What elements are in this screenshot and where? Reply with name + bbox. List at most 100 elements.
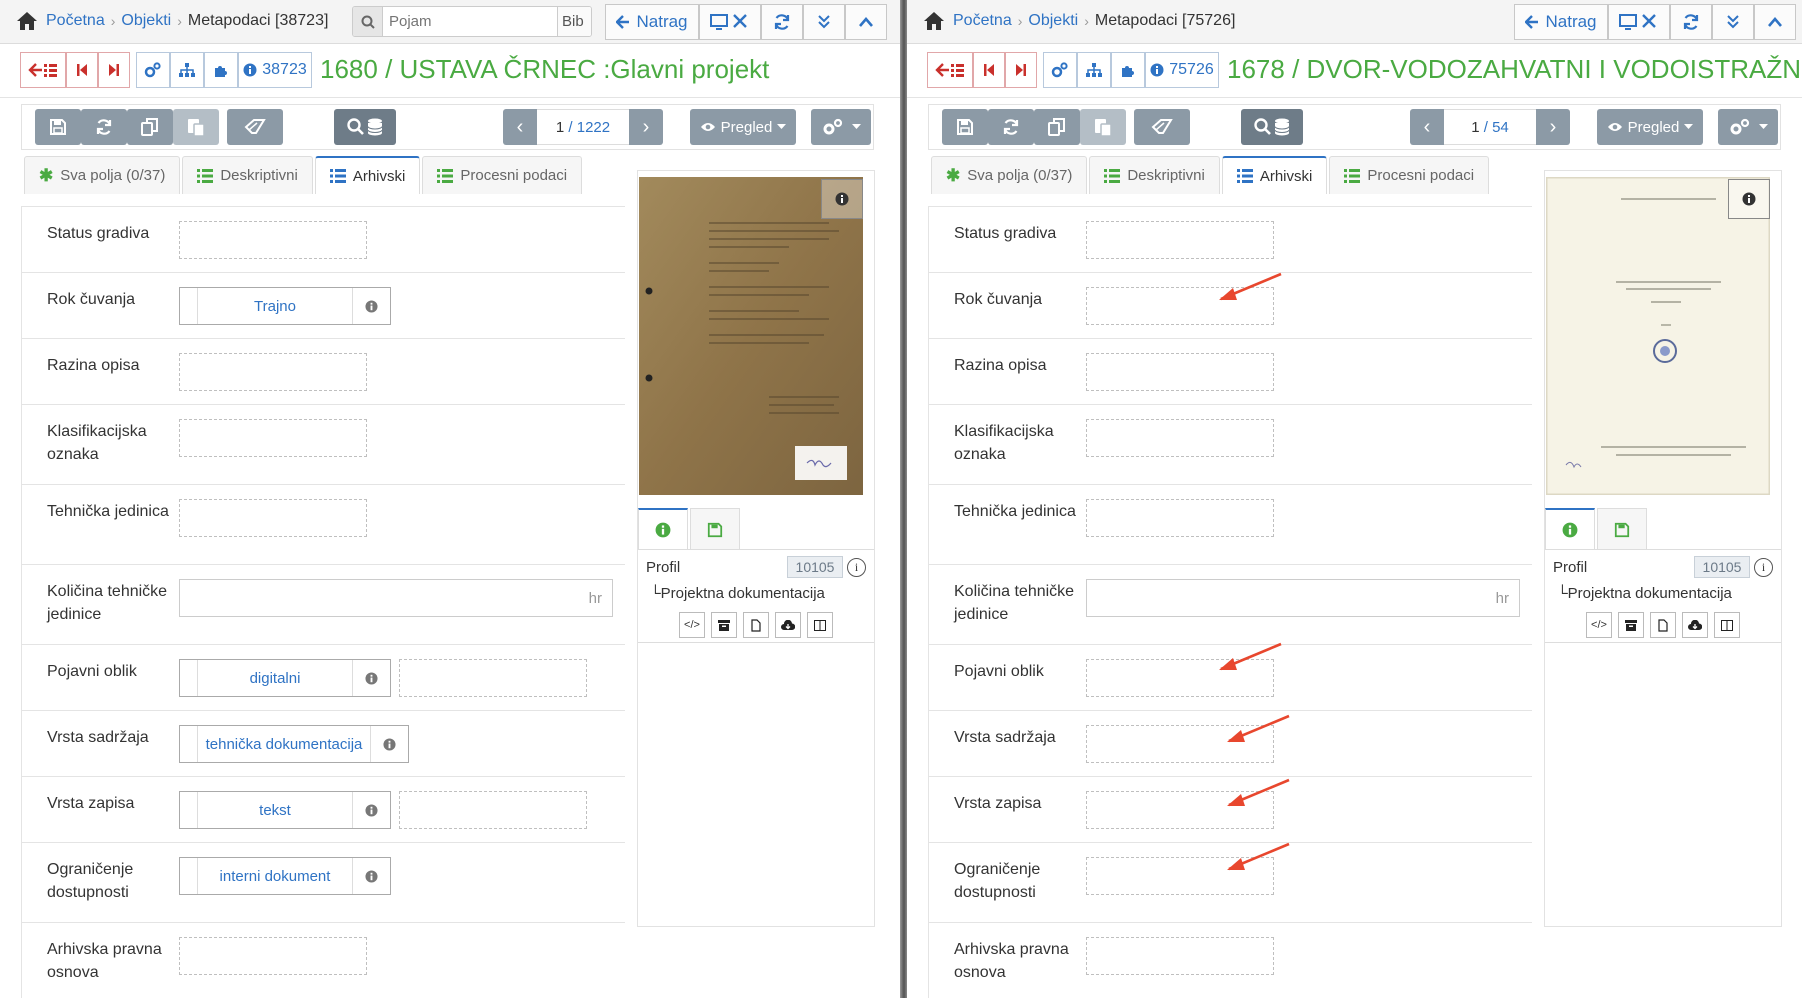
settings-cogs-button[interactable] bbox=[1043, 52, 1077, 88]
paste-button[interactable] bbox=[1080, 109, 1126, 145]
pojavni-oblik-extra-input[interactable] bbox=[399, 659, 587, 697]
record-id-badge[interactable]: 38723 bbox=[238, 52, 312, 88]
tab-process-data[interactable]: Procesni podaci bbox=[1329, 156, 1490, 194]
ogranicenje-select[interactable]: interni dokument bbox=[179, 857, 391, 895]
pojavni-oblik-input[interactable] bbox=[1086, 659, 1274, 697]
archive-icon[interactable] bbox=[1618, 612, 1644, 638]
thumbnail-info-button[interactable] bbox=[1728, 179, 1770, 219]
klasifikacijska-oznaka-input[interactable] bbox=[1086, 419, 1274, 457]
search-input[interactable] bbox=[383, 7, 557, 36]
search-scope-select[interactable]: Bib bbox=[557, 7, 591, 36]
vrsta-zapisa-extra-input[interactable] bbox=[399, 791, 587, 829]
hierarchy-button[interactable] bbox=[170, 52, 204, 88]
tab-descriptive[interactable]: Deskriptivni bbox=[1089, 156, 1220, 194]
cloud-download-icon[interactable] bbox=[1682, 612, 1708, 638]
rok-cuvanja-input[interactable] bbox=[1086, 287, 1274, 325]
info-icon[interactable]: i bbox=[1754, 558, 1773, 577]
arhivska-pravna-osnova-input[interactable] bbox=[1086, 937, 1274, 975]
tehnicka-jedinica-input[interactable] bbox=[1086, 499, 1274, 537]
collapse-down-button[interactable] bbox=[1712, 4, 1754, 40]
kolicina-input[interactable]: hr bbox=[179, 579, 613, 617]
info-icon[interactable] bbox=[352, 792, 390, 828]
vrsta-zapisa-select[interactable]: tekst bbox=[179, 791, 391, 829]
breadcrumb-home[interactable]: Početna bbox=[46, 12, 105, 30]
vrsta-sadrzaja-input[interactable] bbox=[1086, 725, 1274, 763]
prev-page-button[interactable]: ‹ bbox=[1410, 109, 1444, 145]
breadcrumb-objects[interactable]: Objekti bbox=[121, 12, 171, 30]
save-button[interactable] bbox=[942, 109, 988, 145]
razina-opisa-input[interactable] bbox=[179, 353, 367, 391]
cloud-download-icon[interactable] bbox=[775, 612, 801, 638]
clear-button[interactable] bbox=[227, 109, 283, 145]
klasifikacijska-oznaka-input[interactable] bbox=[179, 419, 367, 457]
next-page-button[interactable]: › bbox=[629, 109, 663, 145]
columns-icon[interactable] bbox=[1714, 612, 1740, 638]
razina-opisa-input[interactable] bbox=[1086, 353, 1274, 391]
fullscreen-button[interactable] bbox=[1608, 4, 1670, 40]
info-icon[interactable] bbox=[352, 660, 390, 696]
next-page-button[interactable]: › bbox=[1536, 109, 1570, 145]
window-divider[interactable] bbox=[900, 0, 907, 998]
tab-process-data[interactable]: Procesni podaci bbox=[422, 156, 583, 194]
refresh-button[interactable] bbox=[761, 4, 803, 40]
document-thumbnail[interactable] bbox=[639, 177, 863, 495]
settings-dropdown[interactable] bbox=[1718, 109, 1778, 145]
columns-icon[interactable] bbox=[807, 612, 833, 638]
plugin-button[interactable] bbox=[1111, 52, 1145, 88]
info-icon[interactable] bbox=[370, 726, 408, 762]
record-id-badge[interactable]: 75726 bbox=[1145, 52, 1219, 88]
hierarchy-button[interactable] bbox=[1077, 52, 1111, 88]
copy-button[interactable] bbox=[127, 109, 173, 145]
reload-button[interactable] bbox=[81, 109, 127, 145]
home-icon[interactable] bbox=[16, 11, 38, 31]
back-to-list-button[interactable] bbox=[927, 52, 973, 88]
tab-all-fields[interactable]: ✱ Sva polja (0/37) bbox=[931, 156, 1088, 194]
search-database-button[interactable] bbox=[334, 109, 396, 145]
copy-button[interactable] bbox=[1034, 109, 1080, 145]
status-gradiva-input[interactable] bbox=[1086, 221, 1274, 259]
info-icon[interactable]: i bbox=[847, 558, 866, 577]
tab-info[interactable] bbox=[638, 508, 688, 550]
prev-page-button[interactable]: ‹ bbox=[503, 109, 537, 145]
paste-button[interactable] bbox=[173, 109, 219, 145]
vrsta-zapisa-input[interactable] bbox=[1086, 791, 1274, 829]
plugin-button[interactable] bbox=[204, 52, 238, 88]
tab-save[interactable] bbox=[690, 508, 740, 550]
collapse-down-button[interactable] bbox=[803, 4, 845, 40]
back-button[interactable]: Natrag bbox=[1514, 4, 1608, 40]
view-dropdown[interactable]: Pregled bbox=[690, 109, 796, 145]
code-icon[interactable]: </> bbox=[679, 612, 705, 638]
info-icon[interactable] bbox=[352, 858, 390, 894]
tab-archival[interactable]: Arhivski bbox=[1221, 156, 1328, 194]
scroll-top-button[interactable] bbox=[1754, 4, 1796, 40]
file-icon[interactable] bbox=[1650, 612, 1676, 638]
document-thumbnail[interactable] bbox=[1546, 177, 1770, 495]
last-record-button[interactable] bbox=[1005, 52, 1037, 88]
back-to-list-button[interactable] bbox=[20, 52, 66, 88]
refresh-button[interactable] bbox=[1670, 4, 1712, 40]
last-record-button[interactable] bbox=[98, 52, 130, 88]
first-record-button[interactable] bbox=[973, 52, 1005, 88]
scroll-top-button[interactable] bbox=[845, 4, 887, 40]
fullscreen-button[interactable] bbox=[699, 4, 761, 40]
first-record-button[interactable] bbox=[66, 52, 98, 88]
search-database-button[interactable] bbox=[1241, 109, 1303, 145]
breadcrumb-objects[interactable]: Objekti bbox=[1028, 12, 1078, 30]
ogranicenje-input[interactable] bbox=[1086, 857, 1274, 895]
code-icon[interactable]: </> bbox=[1586, 612, 1612, 638]
view-dropdown[interactable]: Pregled bbox=[1597, 109, 1703, 145]
pojavni-oblik-select[interactable]: digitalni bbox=[179, 659, 391, 697]
file-icon[interactable] bbox=[743, 612, 769, 638]
tab-info[interactable] bbox=[1545, 508, 1595, 550]
tab-archival[interactable]: Arhivski bbox=[314, 156, 421, 194]
info-icon[interactable] bbox=[352, 288, 390, 324]
tab-descriptive[interactable]: Deskriptivni bbox=[182, 156, 313, 194]
tehnicka-jedinica-input[interactable] bbox=[179, 499, 367, 537]
clear-button[interactable] bbox=[1134, 109, 1190, 145]
save-button[interactable] bbox=[35, 109, 81, 145]
reload-button[interactable] bbox=[988, 109, 1034, 145]
back-button[interactable]: Natrag bbox=[605, 4, 699, 40]
tab-save[interactable] bbox=[1597, 508, 1647, 550]
home-icon[interactable] bbox=[923, 11, 945, 31]
status-gradiva-input[interactable] bbox=[179, 221, 367, 259]
